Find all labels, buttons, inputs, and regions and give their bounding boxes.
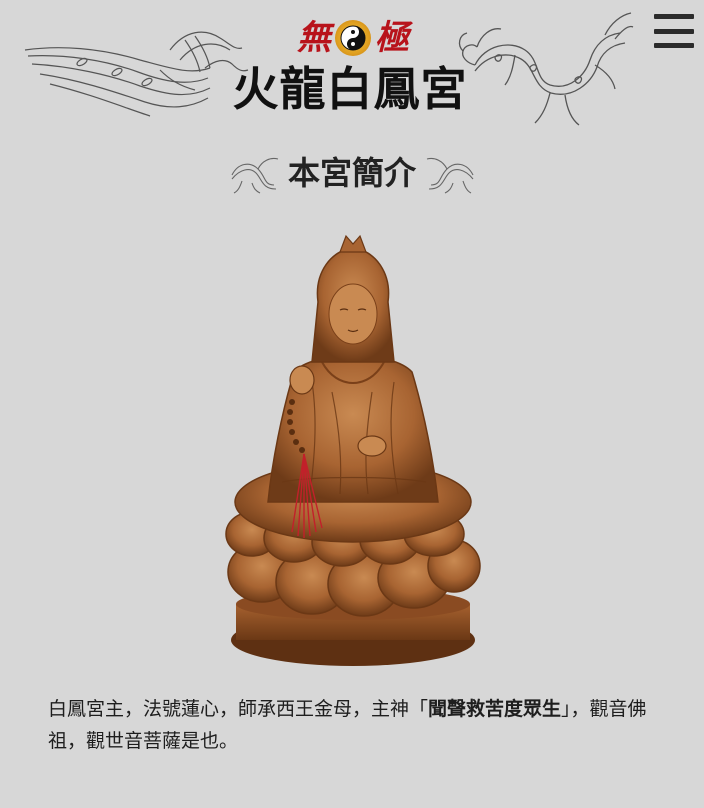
site-header: 無 極 火龍白鳳宮 — [0, 0, 704, 140]
intro-text-part1: 白鳳宮主，法號蓮心，師承西王金母，主神「 — [48, 699, 429, 720]
section-title: 本宮簡介 — [287, 155, 416, 191]
menu-bar-middle — [654, 28, 694, 34]
dragon-ornament-icon — [231, 157, 279, 194]
intro-highlight: 聞聲救苦度眾生 — [428, 699, 562, 720]
dragon-ornament-icon — [426, 157, 474, 194]
hamburger-menu-icon[interactable] — [654, 14, 694, 48]
logo-character-ji: 極 — [375, 18, 409, 58]
phoenix-illustration — [24, 31, 249, 117]
yin-yang-icon — [335, 20, 371, 56]
guanyin-statue-image — [225, 234, 481, 666]
dragon-illustration — [458, 12, 634, 126]
logo-emblem[interactable]: 無 極 — [283, 16, 423, 60]
section-heading: 本宮簡介 — [0, 145, 704, 201]
menu-bar-bottom — [654, 43, 694, 48]
intro-paragraph: 白鳳宮主，法號蓮心，師承西王金母，主神「聞聲救苦度眾生」，觀音佛祖，觀世音菩薩是… — [48, 694, 658, 758]
site-title[interactable]: 火龍白鳳宮 — [230, 58, 470, 120]
menu-bar-top — [654, 14, 694, 19]
logo-character-wu: 無 — [297, 18, 331, 58]
